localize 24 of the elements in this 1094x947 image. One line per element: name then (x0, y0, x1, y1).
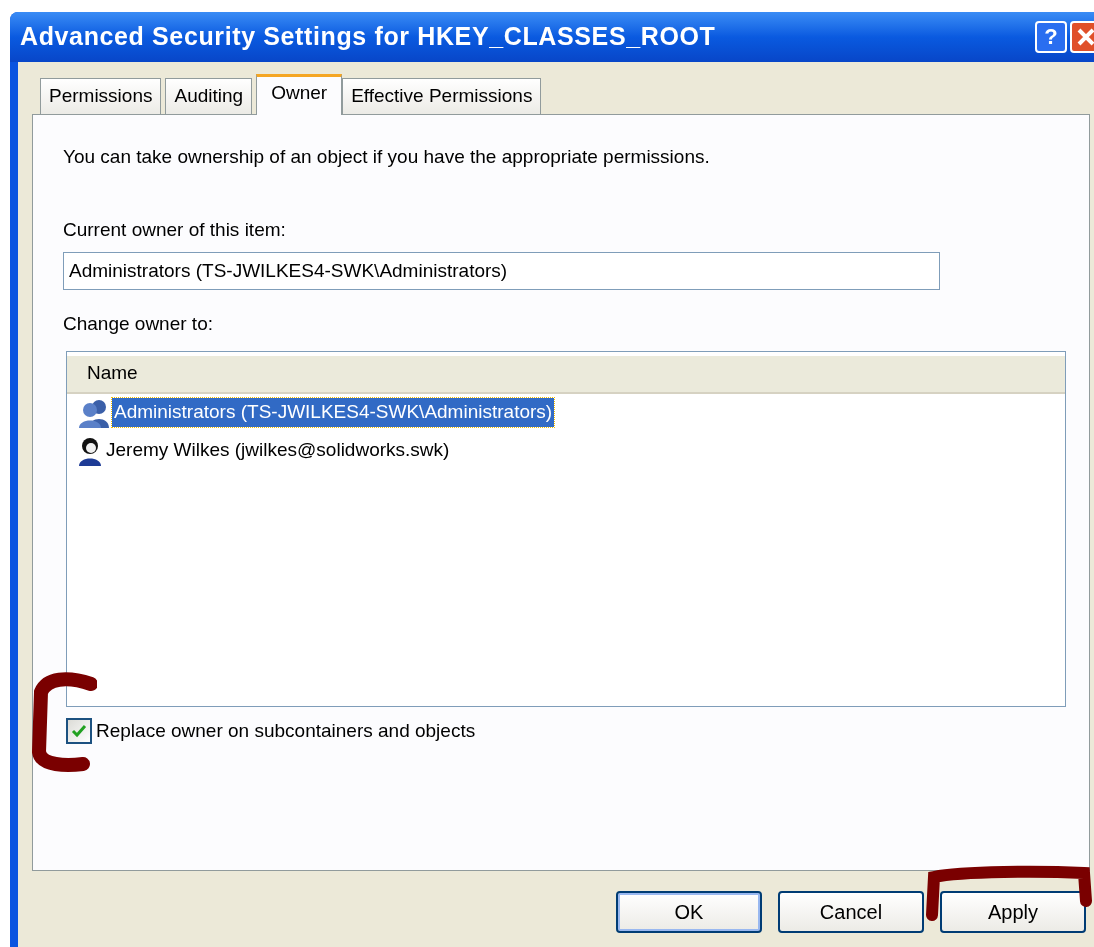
list-item[interactable]: Administrators (TS-JWILKES4-SWK\Administrators) (112, 398, 555, 427)
column-header[interactable]: Name (67, 355, 1065, 394)
field-label: Change owner to: (63, 312, 214, 336)
field-label: Current owner of this item: (63, 217, 287, 242)
current-owner-field[interactable]: Administrators (TS-JWILKES4-SWK\Administrators) (63, 252, 940, 290)
list-item[interactable]: Jeremy Wilkes (jwilkes@solidworks.swk) (104, 436, 452, 465)
tab[interactable]: Effective Permissions (342, 78, 542, 114)
checkbox-label: Replace owner on subcontainers and objects (96, 718, 476, 743)
user-icon (77, 435, 103, 466)
checkbox[interactable] (66, 717, 92, 744)
check-icon (71, 723, 87, 738)
close-icon (1076, 27, 1094, 47)
dialog-button[interactable]: OK (616, 891, 762, 933)
tab[interactable]: Owner (256, 74, 343, 115)
dialog-button[interactable]: Apply (940, 891, 1086, 933)
intro-text: You can take ownership of an object if you have the appropriate permissions. (63, 145, 711, 169)
close-button[interactable] (1070, 21, 1094, 53)
user-group-icon (77, 397, 111, 428)
tab[interactable]: Permissions (40, 78, 162, 114)
window-title: Advanced Security Settings for HKEY_CLASSES_ROOT (20, 21, 717, 53)
help-button[interactable]: ? (1035, 21, 1067, 53)
dialog-button[interactable]: Cancel (778, 891, 924, 933)
tab[interactable]: Auditing (165, 78, 253, 114)
owner-list[interactable]: Name Administrators (TS-JWILKES4-SWK\Administrators) Jeremy Wilkes (jwilkes@solidworks.swk) (66, 350, 1066, 707)
